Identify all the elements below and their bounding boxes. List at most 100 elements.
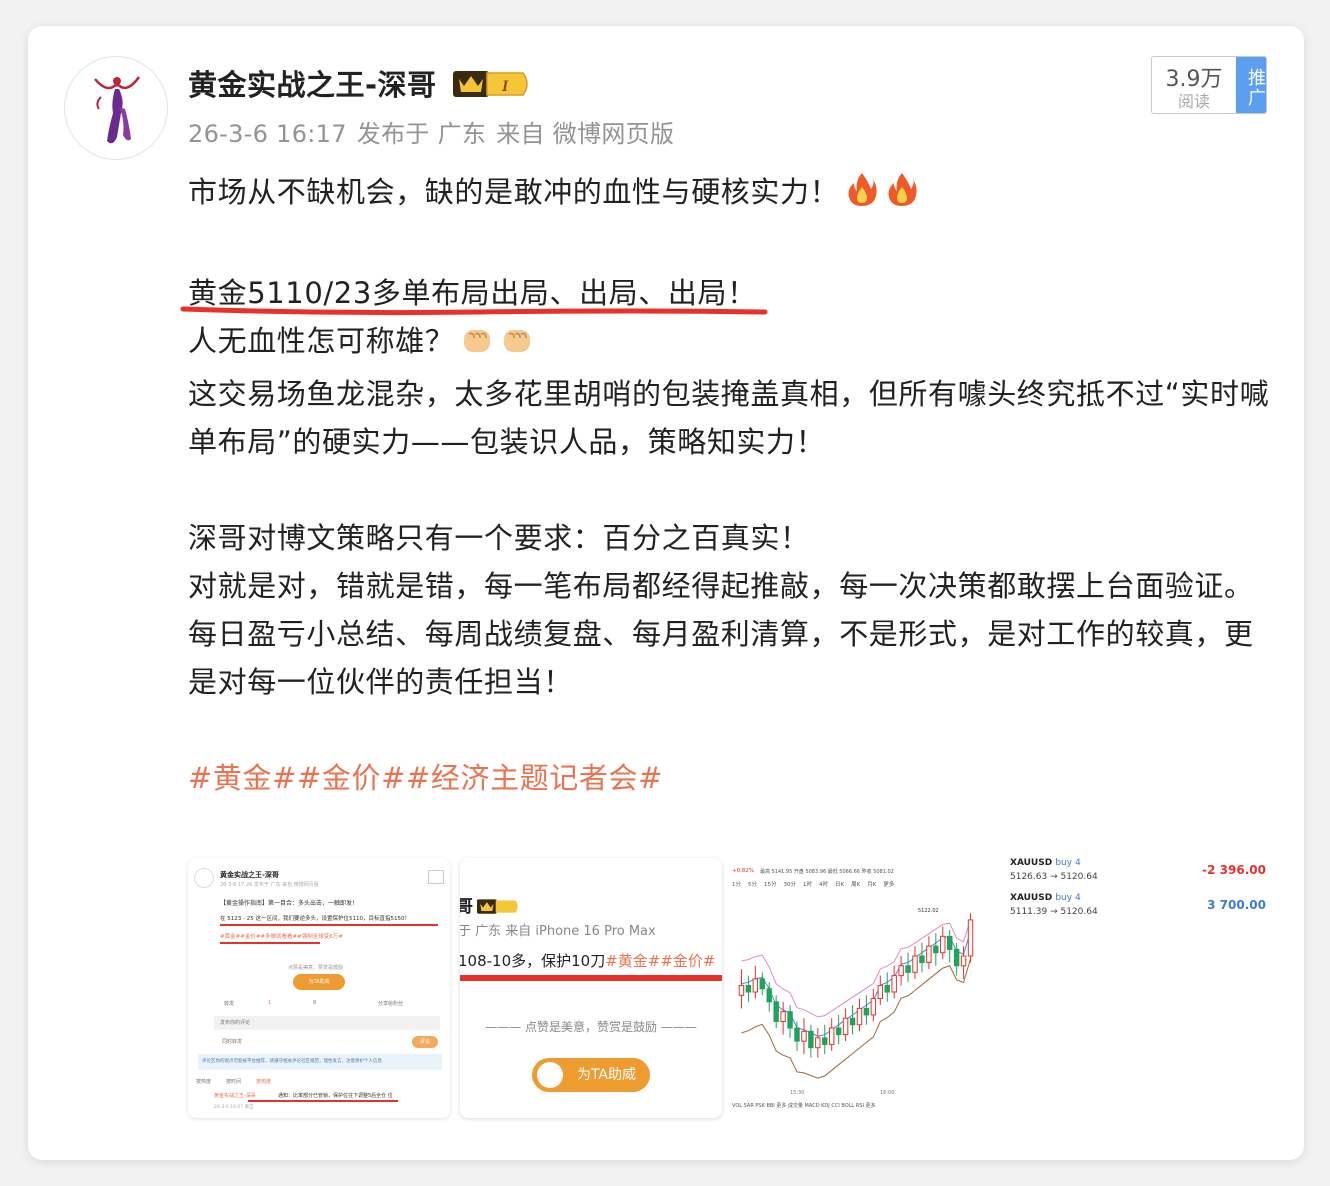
candle-body [898, 965, 904, 977]
red-underline-mark [180, 306, 768, 316]
chart-change: +0.82% [732, 868, 755, 874]
candle-body [766, 988, 772, 1003]
mini-comment-count: 1 [268, 1000, 272, 1006]
candle-body [933, 945, 939, 954]
candle-body [745, 984, 752, 993]
candle-body [815, 1037, 821, 1049]
candle-body [891, 975, 897, 993]
chart-timeframe: 更多 [883, 882, 895, 888]
content-line-5: 深哥对博文策略只有一个要求：百分之百真实！ [188, 521, 810, 555]
candle-body [877, 984, 884, 1000]
candle-body [773, 1001, 779, 1022]
candle-body [801, 1030, 807, 1042]
mini-tab-1: 按热度 [196, 1079, 212, 1085]
mini-send-button: 评论 [412, 1036, 438, 1048]
avatar-figure-icon [94, 76, 141, 144]
candle-body [808, 1030, 814, 1049]
candle-body [960, 955, 967, 967]
fire-icon [845, 171, 879, 221]
reads-label: 阅读 [1177, 92, 1210, 111]
candle-body [780, 1011, 786, 1022]
mini-share: 分享给粉丝 [378, 1001, 404, 1007]
mini-underline [220, 924, 438, 926]
image-thumbnail-4[interactable]: XAUUSD buy 4 5126.63 → 5120.64 -2 396.00… [1008, 858, 1270, 1118]
mini-reply-date: 26-3-6 16:07 来自 [214, 1105, 254, 1110]
candle-body [842, 1017, 849, 1036]
vip-badge-icon[interactable]: I [453, 67, 533, 99]
chart-time-1: 15:30 [790, 1090, 805, 1096]
crop-vip-icon [477, 899, 518, 914]
post-location: 发布于 广东 [356, 120, 487, 148]
mini-also-repost: 同时转发 [222, 1039, 243, 1045]
chart-timeframes: 1分 5分 15分 30分 1时 4时 日K 周K 月K 更多 [732, 880, 901, 888]
candle-body [794, 1027, 800, 1042]
candle-body [884, 984, 890, 993]
candle-body [835, 1027, 842, 1036]
content-line-4: 这交易场鱼龙混杂，太多花里胡哨的包装掩盖真相，但所有噱头终究抵不过“实时喊单布局… [188, 377, 1270, 459]
crop-text: 108-10多，保护10刀#黄金##金价# [460, 952, 716, 970]
trade-row-2-symbol: XAUUSD buy 4 [1010, 893, 1081, 903]
candle-body [953, 948, 960, 967]
trade-row-2-pl: 3 700.00 [1207, 898, 1266, 912]
chart-time-2: 16:00 [880, 1090, 895, 1096]
crop-redbar [460, 975, 722, 981]
candlestick-chart [738, 913, 974, 1079]
chart-timeframe: 1分 [732, 882, 741, 888]
trade-row-1-prices: 5126.63 → 5120.64 [1010, 872, 1098, 882]
fist-icon [500, 322, 534, 370]
trade-row-1-pl: -2 396.00 [1202, 863, 1266, 877]
candle-body [919, 955, 925, 964]
candle-body [905, 965, 911, 973]
image-thumbnail-3[interactable]: +0.82% 最高 5141.95 开盘 5083.96 最低 5066.66 … [732, 858, 998, 1118]
candle-body [738, 984, 745, 996]
candle-body [870, 998, 877, 1016]
chart-timeframe: 周K [851, 882, 861, 888]
mini-author: 黄金实战之王-深哥 [220, 871, 279, 879]
content-line-6: 对就是对，错就是错，每一笔布局都经得起推敲，每一次决策都敢摆上台面验证。 [188, 569, 1254, 603]
cheer-avatar-icon [537, 1062, 563, 1088]
candle-body [787, 1011, 793, 1029]
mini-line-2: 在 5123 - 25 这一区间，我们要逆多头，设置保护位5110，目标直指51… [220, 916, 410, 922]
mini-tab-3: 按热度 [256, 1079, 272, 1085]
chart-timeframe: 日K [835, 882, 845, 888]
candle-body [926, 945, 932, 964]
mini-reply-author: 黄金实战之王-深哥 [214, 1093, 256, 1099]
fire-icon [885, 171, 919, 221]
mini-comment-input: 发布你的评论 [214, 1016, 440, 1030]
mini-reply-underline [248, 1100, 398, 1102]
chart-timeframe: 4时 [819, 882, 828, 888]
mini-tags: #黄金##金价##多做就看看##强制全球变6万# [220, 934, 343, 940]
content-line-1: 市场从不缺机会，缺的是敢冲的血性与硬核实力！ [188, 168, 1278, 221]
candle-body [863, 1007, 870, 1016]
mini-line-1: 【黄金操作指南】第一目合：多头出击，一触即发！ [220, 900, 359, 907]
candle-body [940, 935, 946, 954]
promote-button[interactable]: 推广 [1236, 57, 1266, 113]
mini-notice: 评论区你的观点可能被平台推荐，请遵守相关评论社区规范，理性发言，注意保护个人信息 [198, 1054, 442, 1070]
trade-row-1-symbol: XAUUSD buy 4 [1010, 858, 1081, 868]
mini-repost: 转发 [224, 1001, 235, 1007]
mini-date: 26-3-6 17:26 发布于 广东 来自 微博网页版 [220, 882, 319, 888]
mini-tab-2: 按时间 [226, 1079, 242, 1085]
mini-reads-box [428, 870, 444, 884]
fist-icon [460, 322, 494, 370]
image-thumbnail-1[interactable]: 黄金实战之王-深哥 26-3-6 17:26 发布于 广东 来自 微博网页版 【… [188, 858, 450, 1118]
candle-body [759, 978, 766, 990]
mini-likes: 8 [313, 1000, 317, 1006]
crop-name: 哥 [460, 892, 521, 917]
mini-like-text: 点赞是美意，赞赏是鼓励 [288, 965, 344, 971]
post-content: 市场从不缺机会，缺的是敢冲的血性与硬核实力！ 黄金5110/23多单布局出局、出… [188, 168, 1278, 802]
candle-body [856, 1007, 863, 1026]
crop-cheer-button: 为TA助威 [532, 1058, 650, 1092]
chart-timeframe: 15分 [764, 882, 777, 888]
candle-body [828, 1027, 835, 1045]
post-date[interactable]: 26-3-6 16:17 [188, 120, 347, 148]
candle-body [967, 919, 974, 957]
chart-indicators: VOL SAR PSK BBI 更多 成交量 MACD KDJ CCI BOLL… [732, 1103, 876, 1109]
content-line-3: 人无血性怎可称雄？ [188, 317, 1278, 370]
author-name[interactable]: 黄金实战之王-深哥 [188, 62, 437, 104]
reads-counter[interactable]: 3.9万 阅读 推广 [1151, 56, 1267, 114]
mini-cheer-button: 为TA助威 [293, 974, 345, 990]
hashtag-links[interactable]: #黄金##金价##经济主题记者会# [188, 754, 1278, 802]
author-avatar[interactable] [64, 56, 168, 160]
image-thumbnail-2[interactable]: 哥 于 广东 来自 iPhone 16 Pro Max 108-10多，保护10… [460, 858, 722, 1118]
